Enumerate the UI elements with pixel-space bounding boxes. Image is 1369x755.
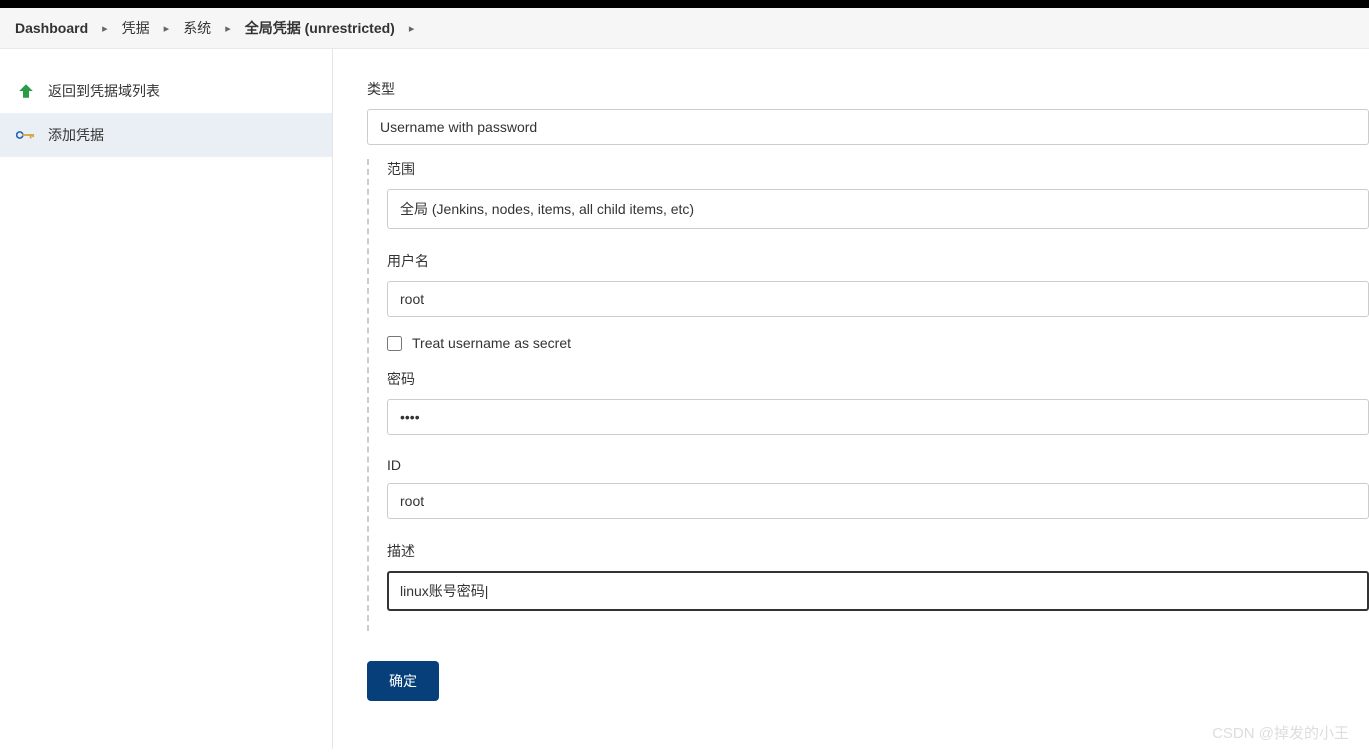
key-icon — [16, 125, 36, 145]
description-label: 描述 — [387, 541, 1369, 561]
scope-label: 范围 — [387, 159, 1369, 179]
id-label: ID — [387, 457, 1369, 473]
chevron-right-icon[interactable]: ▸ — [156, 22, 178, 35]
sidebar-item-label: 返回到凭据域列表 — [48, 81, 160, 101]
type-select[interactable]: Username with password — [367, 109, 1369, 145]
main-form: 类型 Username with password 范围 全局 (Jenkins… — [333, 49, 1369, 749]
password-input[interactable]: •••• — [387, 399, 1369, 435]
breadcrumb-credentials[interactable]: 凭据 — [122, 18, 150, 38]
username-label: 用户名 — [387, 251, 1369, 271]
chevron-right-icon[interactable]: ▸ — [94, 22, 116, 35]
submit-button[interactable]: 确定 — [367, 661, 439, 701]
treat-secret-checkbox[interactable] — [387, 336, 402, 351]
sidebar-item-add-credential[interactable]: 添加凭据 — [0, 113, 332, 157]
breadcrumb-global-credentials[interactable]: 全局凭据 (unrestricted) — [245, 18, 395, 38]
description-input[interactable]: linux账号密码| — [387, 571, 1369, 611]
username-input[interactable] — [387, 281, 1369, 317]
treat-secret-label: Treat username as secret — [412, 335, 571, 351]
sidebar: 返回到凭据域列表 添加凭据 — [0, 49, 333, 749]
breadcrumb-system[interactable]: 系统 — [183, 18, 211, 38]
password-label: 密码 — [387, 369, 1369, 389]
nested-fields: 范围 全局 (Jenkins, nodes, items, all child … — [367, 159, 1369, 631]
up-arrow-icon — [16, 81, 36, 101]
type-label: 类型 — [367, 79, 1369, 99]
breadcrumb: Dashboard ▸ 凭据 ▸ 系统 ▸ 全局凭据 (unrestricted… — [0, 8, 1369, 49]
top-black-bar — [0, 0, 1369, 8]
breadcrumb-dashboard[interactable]: Dashboard — [15, 20, 88, 36]
chevron-right-icon[interactable]: ▸ — [217, 22, 239, 35]
scope-select[interactable]: 全局 (Jenkins, nodes, items, all child ite… — [387, 189, 1369, 229]
id-input[interactable] — [387, 483, 1369, 519]
sidebar-item-back[interactable]: 返回到凭据域列表 — [0, 69, 332, 113]
sidebar-item-label: 添加凭据 — [48, 125, 104, 145]
chevron-right-icon[interactable]: ▸ — [401, 22, 423, 35]
